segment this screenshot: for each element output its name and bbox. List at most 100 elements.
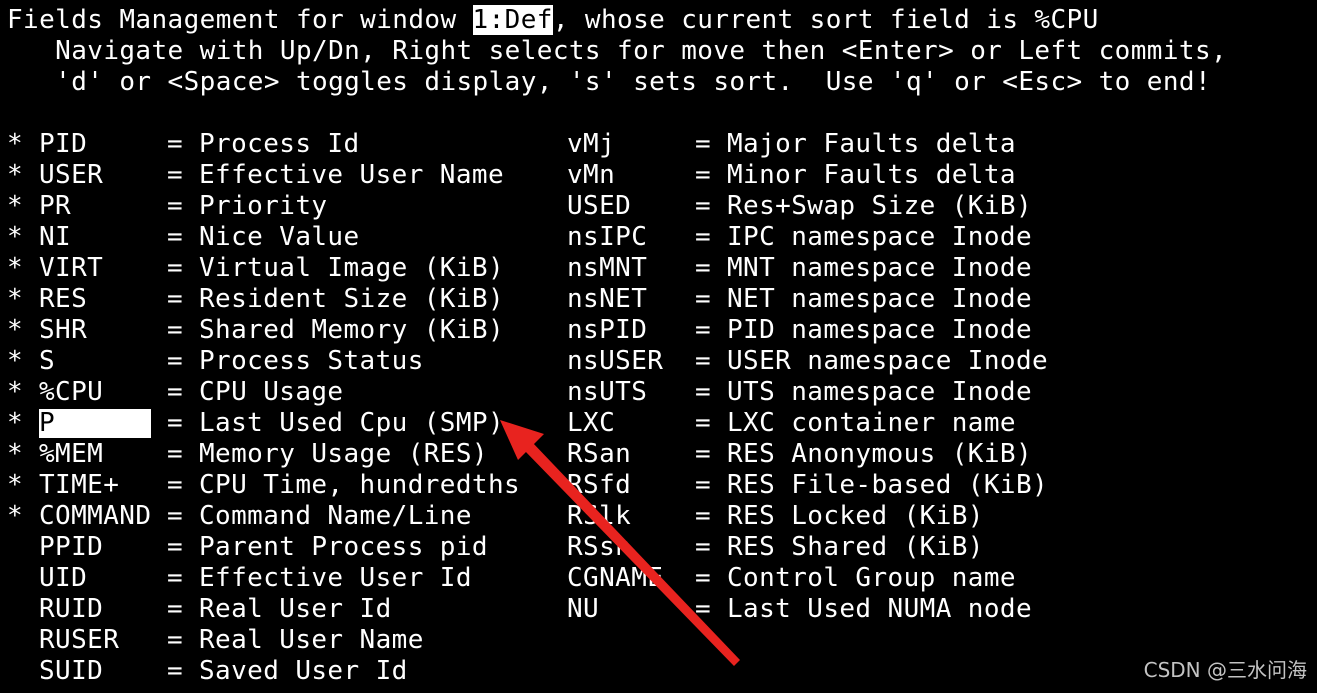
field-description: Real User Name (199, 625, 424, 655)
field-display-star: * (7, 191, 24, 221)
header-suffix: , whose current sort field is %CPU (552, 5, 1099, 35)
field-name[interactable]: COMMAND (39, 501, 151, 532)
field-display-star: * (7, 160, 24, 190)
field-display-star: * (7, 377, 24, 407)
field-equals: = (167, 532, 184, 562)
field-name-col2[interactable]: nsUSER (567, 346, 663, 377)
field-name[interactable]: %MEM (39, 439, 103, 470)
field-row[interactable]: RUID = Real User Id NU = Last Used NUMA node (7, 594, 1307, 625)
field-description: Parent Process pid (199, 532, 488, 562)
field-row[interactable]: UID = Effective User Id CGNAME = Control Grou… (7, 563, 1307, 594)
field-row[interactable]: * SHR = Shared Memory (KiB) nsPID = PID namesp… (7, 315, 1307, 346)
field-description: Shared Memory (KiB) (199, 315, 505, 345)
field-name[interactable]: PPID (39, 532, 103, 563)
field-name[interactable]: USER (39, 160, 103, 191)
field-description: CPU Time, hundredths (199, 470, 521, 500)
field-row[interactable]: * COMMAND = Command Name/Line RSlk = RES Locke… (7, 501, 1307, 532)
field-row[interactable]: PPID = Parent Process pid RSsh = RES Shared (… (7, 532, 1307, 563)
field-row[interactable]: * NI = Nice Value nsIPC = IPC namespace Inode (7, 222, 1307, 253)
field-equals-col2: = (695, 191, 712, 221)
field-description-col2: MNT namespace Inode (727, 253, 1033, 283)
field-name[interactable]: UID (39, 563, 87, 594)
field-name[interactable]: RUSER (39, 625, 119, 656)
field-name-col2[interactable]: nsMNT (567, 253, 647, 284)
field-equals: = (167, 563, 184, 593)
field-description-col2: RES Anonymous (KiB) (727, 439, 1033, 469)
field-description-col2: RES Shared (KiB) (727, 532, 984, 562)
field-name[interactable]: S (39, 346, 55, 377)
field-display-star: * (7, 501, 24, 531)
field-row[interactable]: SUID = Saved User Id (7, 656, 1307, 687)
field-name[interactable]: SHR (39, 315, 87, 346)
field-name[interactable]: SUID (39, 656, 103, 687)
field-row[interactable]: * RES = Resident Size (KiB) nsNET = NET namesp… (7, 284, 1307, 315)
field-row[interactable]: * P = Last Used Cpu (SMP) LXC = LXC container … (7, 408, 1307, 439)
field-description: Nice Value (199, 222, 360, 252)
field-name[interactable]: PR (39, 191, 71, 222)
field-equals-col2: = (695, 408, 712, 438)
field-equals-col2: = (695, 563, 712, 593)
field-name-col2[interactable]: RSfd (567, 470, 631, 501)
field-row[interactable]: * %MEM = Memory Usage (RES) RSan = RES Anonymo… (7, 439, 1307, 470)
field-row[interactable]: * S = Process Status nsUSER = USER namespace I… (7, 346, 1307, 377)
field-description: Resident Size (KiB) (199, 284, 505, 314)
field-description-col2: Major Faults delta (727, 129, 1016, 159)
field-name[interactable]: TIME+ (39, 470, 119, 501)
field-equals: = (167, 377, 184, 407)
header-prefix: Fields Management for window (7, 5, 473, 35)
field-name-col2[interactable]: CGNAME (567, 563, 663, 594)
field-display-star: * (7, 284, 24, 314)
field-name-selected[interactable]: P (39, 408, 55, 439)
field-name-col2[interactable]: vMj (567, 129, 615, 160)
field-name-col2[interactable]: vMn (567, 160, 615, 191)
field-equals-col2: = (695, 594, 712, 624)
header-line-2: Navigate with Up/Dn, Right selects for m… (7, 36, 1228, 66)
field-equals: = (167, 408, 184, 438)
field-name-col2[interactable]: nsPID (567, 315, 647, 346)
field-name[interactable]: %CPU (39, 377, 103, 408)
field-name[interactable]: PID (39, 129, 87, 160)
field-description-col2: LXC container name (727, 408, 1016, 438)
field-name-col2[interactable]: RSan (567, 439, 631, 470)
csdn-watermark: CSDN @三水问海 (1143, 658, 1307, 682)
header-line-3: 'd' or <Space> toggles display, 's' sets… (7, 67, 1211, 97)
field-row[interactable]: * PR = Priority USED = Res+Swap Size (KiB) (7, 191, 1307, 222)
field-display-star: * (7, 408, 24, 438)
field-equals-col2: = (695, 284, 712, 314)
field-display-star: * (7, 439, 24, 469)
field-equals: = (167, 284, 184, 314)
field-name-col2[interactable]: RSlk (567, 501, 631, 532)
field-description-col2: UTS namespace Inode (727, 377, 1033, 407)
field-description: Memory Usage (RES) (199, 439, 488, 469)
field-equals: = (167, 656, 184, 686)
field-description-col2: IPC namespace Inode (727, 222, 1033, 252)
field-name[interactable]: VIRT (39, 253, 103, 284)
selection-cursor (39, 409, 151, 438)
field-name-col2[interactable]: LXC (567, 408, 615, 439)
field-equals-col2: = (695, 129, 712, 159)
field-row[interactable]: RUSER = Real User Name (7, 625, 1307, 656)
field-row[interactable]: * VIRT = Virtual Image (KiB) nsMNT = MNT names… (7, 253, 1307, 284)
field-name-col2[interactable]: RSsh (567, 532, 631, 563)
field-description-col2: Minor Faults delta (727, 160, 1016, 190)
field-name[interactable]: RES (39, 284, 87, 315)
field-name-col2[interactable]: USED (567, 191, 631, 222)
field-description-col2: NET namespace Inode (727, 284, 1033, 314)
field-equals-col2: = (695, 377, 712, 407)
field-name-col2[interactable]: nsIPC (567, 222, 647, 253)
field-row[interactable]: * %CPU = CPU Usage nsUTS = UTS namespace Inode (7, 377, 1307, 408)
field-row[interactable]: * TIME+ = CPU Time, hundredths RSfd = RES File… (7, 470, 1307, 501)
field-equals: = (167, 470, 184, 500)
field-display-star: * (7, 315, 24, 345)
field-name-col2[interactable]: NU (567, 594, 599, 625)
field-description-col2: Res+Swap Size (KiB) (727, 191, 1033, 221)
field-name[interactable]: RUID (39, 594, 103, 625)
field-name-col2[interactable]: nsNET (567, 284, 647, 315)
field-equals: = (167, 346, 184, 376)
field-row[interactable]: * USER = Effective User Name vMn = Minor Fault… (7, 160, 1307, 191)
field-display-star: * (7, 346, 24, 376)
field-name-col2[interactable]: nsUTS (567, 377, 647, 408)
field-name[interactable]: NI (39, 222, 71, 253)
field-equals: = (167, 625, 184, 655)
field-row[interactable]: * PID = Process Id vMj = Major Faults delta (7, 129, 1307, 160)
